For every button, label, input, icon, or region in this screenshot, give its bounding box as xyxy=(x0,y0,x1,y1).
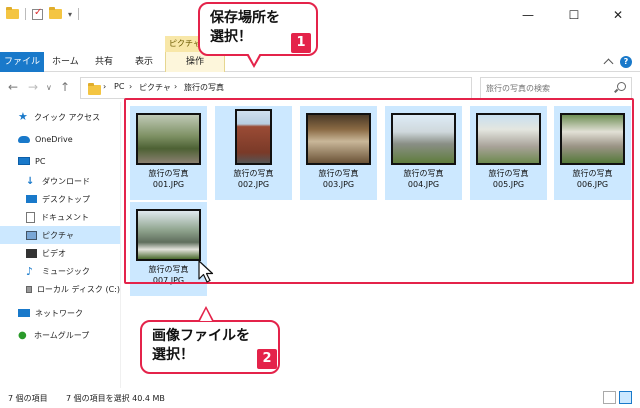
sidebar-item-label: デスクトップ xyxy=(42,194,90,204)
callout-text: 保存場所を xyxy=(210,10,280,26)
callout-pointer-inner xyxy=(200,309,212,321)
sidebar-item-label: ローカル ディスク (C:) xyxy=(36,284,120,294)
sidebar-item-music[interactable]: ♪ ミュージック xyxy=(0,262,120,280)
sidebar-item-label: OneDrive xyxy=(35,134,73,144)
folder-icon xyxy=(6,7,19,19)
toolbar-divider xyxy=(25,8,26,20)
download-icon: ↓ xyxy=(26,175,35,187)
up-arrow-icon[interactable]: ↑ xyxy=(60,80,70,94)
tab-view[interactable]: 表示 xyxy=(127,52,161,72)
close-button[interactable]: ✕ xyxy=(596,0,640,30)
sidebar-item-videos[interactable]: ビデオ xyxy=(0,244,120,262)
sidebar-item-homegroup[interactable]: ● ホームグループ xyxy=(0,326,120,344)
search-box[interactable] xyxy=(480,77,632,99)
star-icon: ★ xyxy=(18,110,28,123)
network-icon xyxy=(18,309,30,317)
folder-icon xyxy=(88,83,101,95)
search-input[interactable] xyxy=(481,78,611,98)
minimize-button[interactable]: — xyxy=(506,0,550,30)
homegroup-icon: ● xyxy=(18,329,27,341)
sidebar-item-label: ダウンロード xyxy=(42,176,90,186)
callout-text: 選択！ xyxy=(152,347,194,363)
selection-summary: 7 個の項目を選択 40.4 MB xyxy=(66,394,165,403)
breadcrumb-separator[interactable]: › xyxy=(129,82,132,91)
title-bar: ▾ — ☐ ✕ xyxy=(0,0,640,30)
toolbar-divider xyxy=(78,8,80,20)
document-icon xyxy=(26,211,35,223)
item-count: 7 個の項目 xyxy=(8,394,48,403)
callout-text: 画像ファイルを xyxy=(152,328,250,344)
quick-access-toolbar: ▾ xyxy=(6,7,80,20)
sidebar-item-pc[interactable]: PC xyxy=(0,152,120,170)
sidebar-item-onedrive[interactable]: OneDrive xyxy=(0,130,120,148)
video-icon xyxy=(26,248,37,258)
sidebar-item-documents[interactable]: ドキュメント xyxy=(0,208,120,226)
sidebar-item-local-disk[interactable]: ローカル ディスク (C:) xyxy=(0,280,120,298)
step-number-badge: 2 xyxy=(257,349,277,369)
status-bar: 7 個の項目 7 個の項目を選択 40.4 MB xyxy=(0,388,640,408)
pictures-icon xyxy=(26,230,37,240)
ribbon-tab-bar: ファイル ホーム 共有 表示 操作 ? xyxy=(0,52,640,72)
sidebar-item-label: クイック アクセス xyxy=(34,112,101,122)
callout-pointer-inner xyxy=(248,53,260,64)
step-number-badge: 1 xyxy=(291,33,311,53)
forward-arrow-icon[interactable]: → xyxy=(28,80,38,94)
desktop-icon xyxy=(26,195,37,203)
tab-file[interactable]: ファイル xyxy=(0,52,44,72)
navigation-pane: ★ クイック アクセス OneDrive PC ↓ ダウンロード デスクトップ … xyxy=(0,102,120,388)
properties-icon[interactable] xyxy=(32,7,43,20)
music-icon: ♪ xyxy=(26,264,34,278)
selection-highlight-frame xyxy=(124,98,634,284)
breadcrumb-separator[interactable]: › xyxy=(103,82,106,91)
maximize-button[interactable]: ☐ xyxy=(552,0,596,30)
large-icons-view-icon[interactable] xyxy=(619,391,632,404)
sidebar-item-label: PC xyxy=(35,156,46,166)
back-arrow-icon[interactable]: ← xyxy=(8,80,18,94)
help-icon[interactable]: ? xyxy=(620,56,632,68)
sidebar-item-label: ネットワーク xyxy=(35,308,83,318)
collapse-ribbon-icon[interactable] xyxy=(603,58,614,69)
address-bar[interactable]: › PC › ピクチャ › 旅行の写真 ∨ ↻ xyxy=(80,77,553,99)
sidebar-item-pictures[interactable]: ピクチャ xyxy=(0,226,120,244)
sidebar-item-label: ピクチャ xyxy=(42,230,74,240)
breadcrumb-travel-photos[interactable]: 旅行の写真 xyxy=(184,82,224,93)
customize-toolbar-icon[interactable]: ▾ xyxy=(68,10,72,19)
sidebar-item-quick-access[interactable]: ★ クイック アクセス xyxy=(0,108,120,126)
sidebar-item-label: ビデオ xyxy=(42,248,66,258)
new-folder-icon[interactable] xyxy=(49,7,62,19)
breadcrumb-pictures[interactable]: ピクチャ xyxy=(139,82,171,93)
disk-icon xyxy=(26,285,32,293)
sidebar-item-network[interactable]: ネットワーク xyxy=(0,304,120,322)
tab-home[interactable]: ホーム xyxy=(44,52,87,72)
sidebar-item-downloads[interactable]: ↓ ダウンロード xyxy=(0,172,120,190)
sidebar-item-label: ホームグループ xyxy=(34,330,90,340)
computer-icon xyxy=(18,157,30,165)
recent-locations-chevron-icon[interactable]: ∨ xyxy=(46,83,52,92)
sidebar-item-desktop[interactable]: デスクトップ xyxy=(0,190,120,208)
sidebar-item-label: ドキュメント xyxy=(41,212,89,222)
breadcrumb-separator[interactable]: › xyxy=(174,82,177,91)
details-view-icon[interactable] xyxy=(603,391,616,404)
breadcrumb-pc[interactable]: PC xyxy=(114,82,124,91)
search-icon[interactable] xyxy=(617,82,626,91)
cloud-icon xyxy=(18,135,30,143)
mouse-cursor-icon xyxy=(198,260,214,283)
sidebar-item-label: ミュージック xyxy=(42,266,90,276)
tab-share[interactable]: 共有 xyxy=(87,52,121,72)
